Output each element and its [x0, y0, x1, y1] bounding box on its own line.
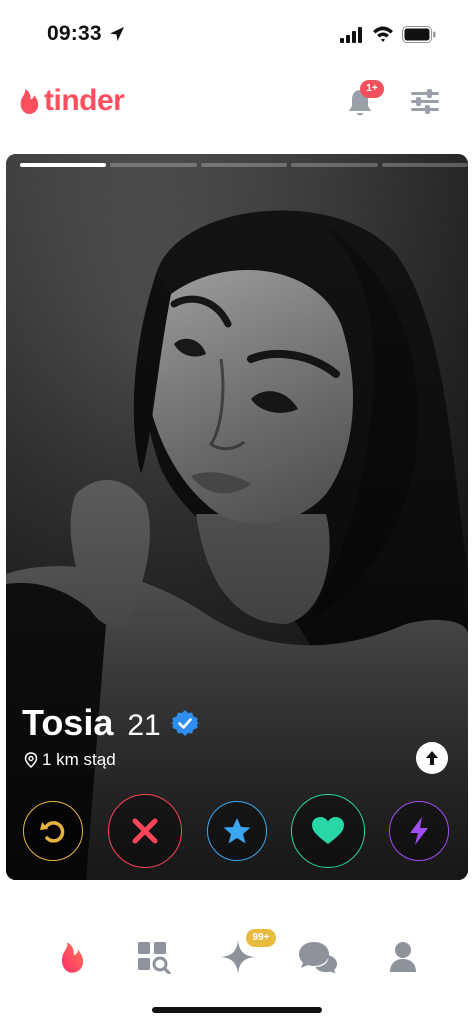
tinder-logo: tinder — [18, 82, 125, 120]
rewind-button[interactable] — [23, 801, 83, 861]
photo-progress-segment — [381, 163, 468, 167]
star-icon — [223, 818, 251, 844]
action-buttons — [6, 794, 468, 868]
battery-icon — [402, 26, 436, 43]
photo-progress-segment — [110, 163, 197, 167]
profile-name: Tosia — [22, 702, 114, 743]
profile-age: 21 — [127, 709, 161, 742]
filters-sliders-icon[interactable] — [410, 88, 440, 114]
nav-profile[interactable] — [383, 937, 423, 977]
bottom-nav: 99+ — [0, 925, 474, 989]
status-time: 09:33 — [47, 22, 102, 45]
distance-row: 1 km stąd — [24, 750, 116, 770]
heart-icon — [312, 817, 344, 844]
profile-name-row: Tosia 21 — [22, 702, 199, 744]
open-profile-button[interactable] — [416, 742, 448, 774]
x-icon — [132, 818, 158, 844]
location-pin-icon — [24, 752, 38, 768]
distance-label: 1 km stąd — [42, 750, 116, 769]
notifications-button[interactable]: 1+ — [342, 80, 384, 122]
nope-button[interactable] — [108, 794, 182, 868]
bolt-icon — [410, 817, 428, 845]
profile-photo — [6, 154, 468, 880]
tinder-flame-icon — [20, 89, 39, 114]
chat-bubbles-icon — [299, 942, 337, 974]
cellular-signal-icon — [340, 27, 362, 43]
wifi-icon — [373, 26, 393, 42]
profile-card[interactable]: Tosia 21 1 km stąd — [6, 154, 468, 880]
home-indicator — [152, 1007, 322, 1013]
brand-name: tinder — [44, 84, 125, 117]
nav-explore[interactable] — [134, 937, 174, 977]
nav-home[interactable] — [52, 937, 92, 977]
photo-progress-bar — [20, 163, 468, 168]
boost-button[interactable] — [389, 801, 449, 861]
status-bar: 09:33 — [0, 0, 474, 62]
nav-chat[interactable] — [298, 937, 338, 977]
app-header: tinder 1+ — [0, 70, 474, 134]
rewind-icon — [40, 821, 65, 843]
person-icon — [390, 942, 416, 972]
arrow-up-icon — [426, 751, 438, 765]
flame-icon — [61, 942, 84, 973]
notification-badge: 1+ — [360, 80, 384, 98]
location-arrow-icon — [110, 27, 124, 41]
photo-progress-segment — [200, 163, 288, 167]
explore-grid-icon — [138, 942, 171, 974]
verified-badge-icon — [170, 710, 199, 736]
like-button[interactable] — [291, 794, 365, 868]
sparks-badge: 99+ — [246, 929, 276, 947]
super-like-button[interactable] — [207, 801, 267, 861]
photo-progress-segment — [291, 163, 378, 167]
photo-progress-segment — [20, 163, 107, 167]
